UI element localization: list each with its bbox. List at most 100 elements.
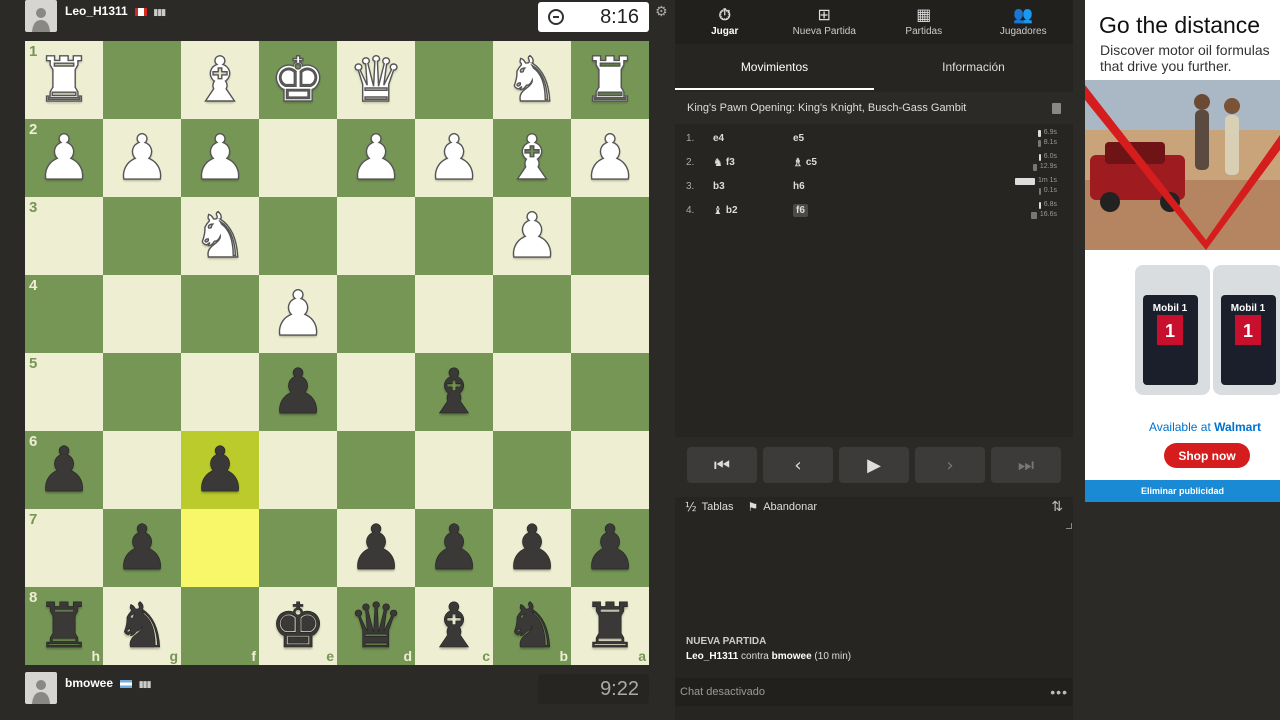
book-icon[interactable] — [1052, 102, 1061, 114]
square-d4[interactable] — [337, 275, 415, 353]
square-c8[interactable]: c ♝ — [415, 587, 493, 665]
black-king-icon[interactable]: ♚ — [259, 587, 337, 665]
black-move[interactable]: e5 — [793, 133, 873, 144]
draw-button[interactable]: ½ Tablas — [685, 500, 733, 514]
square-h3[interactable]: 3 — [25, 197, 103, 275]
black-move[interactable]: f6 — [793, 203, 873, 217]
square-e8[interactable]: e ♚ — [259, 587, 337, 665]
white-move[interactable]: ♝ b2 — [713, 204, 793, 217]
nav-players[interactable]: 👥 Jugadores — [974, 0, 1074, 44]
square-a1[interactable]: ♜ — [571, 41, 649, 119]
square-h7[interactable]: 7 — [25, 509, 103, 587]
black-knight-icon[interactable]: ♞ — [103, 587, 181, 665]
white-rook-icon[interactable]: ♜ — [25, 41, 103, 119]
ad-subtitle[interactable]: Discover motor oil formulas that drive y… — [1100, 42, 1275, 74]
square-h4[interactable]: 4 — [25, 275, 103, 353]
square-a5[interactable] — [571, 353, 649, 431]
square-e3[interactable] — [259, 197, 337, 275]
black-pawn-icon[interactable]: ♟ — [259, 353, 337, 431]
white-queen-icon[interactable]: ♛ — [337, 41, 415, 119]
square-f5[interactable] — [181, 353, 259, 431]
resize-handle[interactable] — [1066, 523, 1072, 529]
black-pawn-icon[interactable]: ♟ — [493, 509, 571, 587]
square-a2[interactable]: ♟ — [571, 119, 649, 197]
ad-availability[interactable]: Available at Walmart — [1085, 420, 1280, 434]
ad-photo[interactable] — [1085, 80, 1280, 250]
more-options-icon[interactable]: ••• — [1050, 684, 1068, 700]
opening-banner[interactable]: King's Pawn Opening: King's Knight, Busc… — [675, 92, 1073, 124]
black-pawn-icon[interactable]: ♟ — [181, 431, 259, 509]
next-move-button[interactable]: › — [915, 447, 985, 483]
last-move-button[interactable]: ⏭ — [991, 447, 1061, 483]
square-a6[interactable] — [571, 431, 649, 509]
square-c5[interactable]: ♝ — [415, 353, 493, 431]
square-d6[interactable] — [337, 431, 415, 509]
previous-move-button[interactable]: ‹ — [763, 447, 833, 483]
square-d2[interactable]: ♟ — [337, 119, 415, 197]
black-queen-icon[interactable]: ♛ — [337, 587, 415, 665]
square-c6[interactable] — [415, 431, 493, 509]
square-e2[interactable] — [259, 119, 337, 197]
bottom-player-avatar[interactable] — [25, 672, 57, 704]
square-f4[interactable] — [181, 275, 259, 353]
square-f2[interactable]: ♟ — [181, 119, 259, 197]
square-c3[interactable] — [415, 197, 493, 275]
black-pawn-icon[interactable]: ♟ — [337, 509, 415, 587]
square-b2[interactable]: ♝ — [493, 119, 571, 197]
square-h1[interactable]: 1 ♜ — [25, 41, 103, 119]
square-d1[interactable]: ♛ — [337, 41, 415, 119]
tab-info[interactable]: Información — [874, 44, 1073, 90]
square-c4[interactable] — [415, 275, 493, 353]
square-c1[interactable] — [415, 41, 493, 119]
square-a4[interactable] — [571, 275, 649, 353]
white-pawn-icon[interactable]: ♟ — [25, 119, 103, 197]
remove-ads-button[interactable]: Eliminar publicidad — [1085, 480, 1280, 502]
white-pawn-icon[interactable]: ♟ — [259, 275, 337, 353]
square-d7[interactable]: ♟ — [337, 509, 415, 587]
white-king-icon[interactable]: ♚ — [259, 41, 337, 119]
square-c2[interactable]: ♟ — [415, 119, 493, 197]
square-b5[interactable] — [493, 353, 571, 431]
square-f3[interactable]: ♞ — [181, 197, 259, 275]
white-pawn-icon[interactable]: ♟ — [337, 119, 415, 197]
ad-shop-button[interactable]: Shop now — [1164, 443, 1250, 468]
advertisement[interactable]: Go the distance Discover motor oil formu… — [1085, 0, 1280, 502]
square-f6[interactable]: ♟ — [181, 431, 259, 509]
white-pawn-icon[interactable]: ♟ — [493, 197, 571, 275]
white-rook-icon[interactable]: ♜ — [571, 41, 649, 119]
square-d5[interactable] — [337, 353, 415, 431]
white-pawn-icon[interactable]: ♟ — [415, 119, 493, 197]
resign-button[interactable]: ⚑ Abandonar — [747, 500, 817, 514]
black-move[interactable]: h6 — [793, 181, 873, 192]
square-h8[interactable]: 8 h ♜ — [25, 587, 103, 665]
square-a7[interactable]: ♟ — [571, 509, 649, 587]
white-pawn-icon[interactable]: ♟ — [181, 119, 259, 197]
black-bishop-icon[interactable]: ♝ — [415, 353, 493, 431]
square-a3[interactable] — [571, 197, 649, 275]
top-player-avatar[interactable] — [25, 0, 57, 32]
play-button[interactable]: ▶ — [839, 447, 909, 483]
square-b1[interactable]: ♞ — [493, 41, 571, 119]
white-pawn-icon[interactable]: ♟ — [571, 119, 649, 197]
square-f8[interactable]: f — [181, 587, 259, 665]
gear-icon[interactable]: ⚙ — [655, 3, 668, 20]
ad-title[interactable]: Go the distance — [1099, 12, 1260, 39]
square-c7[interactable]: ♟ — [415, 509, 493, 587]
white-pawn-icon[interactable]: ♟ — [103, 119, 181, 197]
white-move[interactable]: b3 — [713, 181, 793, 192]
square-f1[interactable]: ♝ — [181, 41, 259, 119]
square-h2[interactable]: 2 ♟ — [25, 119, 103, 197]
square-b6[interactable] — [493, 431, 571, 509]
black-pawn-icon[interactable]: ♟ — [415, 509, 493, 587]
square-d3[interactable] — [337, 197, 415, 275]
chess-board[interactable]: 1 ♜ ♝ ♚ ♛ ♞ ♜ 2 ♟ ♟ ♟ ♟ ♟ ♝ ♟ 3 ♞ ♟ 4 ♟ 5 ♟ ♝ 6 ♟ ♟ 7 ♟ ♟ ♟ ♟ ♟ 8 h ♜ g ♞ f e ♚… — [25, 41, 649, 665]
square-e1[interactable]: ♚ — [259, 41, 337, 119]
white-move[interactable]: ♞ f3 — [713, 156, 793, 169]
top-player-name[interactable]: Leo_H1311 — [65, 4, 128, 18]
white-knight-icon[interactable]: ♞ — [493, 41, 571, 119]
square-h5[interactable]: 5 — [25, 353, 103, 431]
nav-games[interactable]: ▦ Partidas — [874, 0, 974, 44]
white-bishop-icon[interactable]: ♝ — [181, 41, 259, 119]
square-e6[interactable] — [259, 431, 337, 509]
square-h6[interactable]: 6 ♟ — [25, 431, 103, 509]
